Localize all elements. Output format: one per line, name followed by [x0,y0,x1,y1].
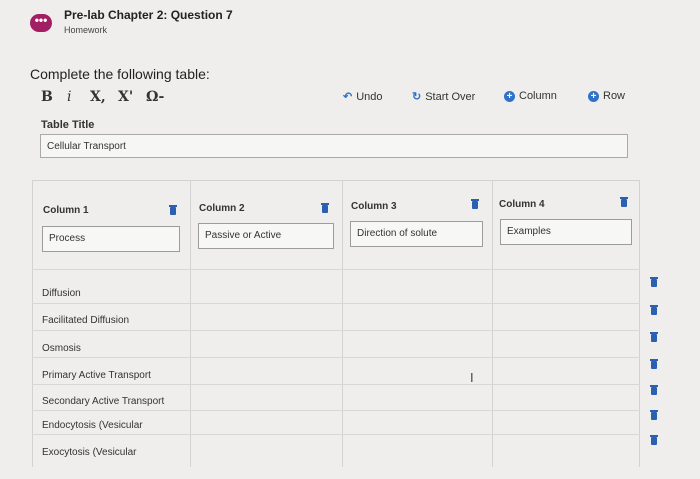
grid-line [492,181,493,467]
grid-line [32,181,33,467]
row-label-endocytosis[interactable]: Endocytosis (Vesicular [42,420,143,431]
ellipsis-icon[interactable]: ••• [30,14,52,32]
column-header-2: Column 2 [199,203,245,214]
page-header: ••• Pre-lab Chapter 2: Question 7 Homewo… [0,0,700,52]
row-label-secondary-active-transport[interactable]: Secondary Active Transport [42,396,164,407]
grid-line [32,384,640,385]
delete-row-7-trash-icon[interactable] [650,435,658,445]
editor-toolbar: B i X, X' Ω- ↶ Undo ↻ Start Over + Colum… [32,86,670,110]
table-title-label: Table Title [41,119,95,131]
add-row-button[interactable]: + Row [588,90,625,102]
delete-row-1-trash-icon[interactable] [650,277,658,287]
column-header-3: Column 3 [351,201,397,212]
add-row-label: Row [603,90,626,102]
delete-column-1-trash-icon[interactable] [169,205,177,215]
grid-line [32,410,640,411]
column-3-heading-cell[interactable]: Direction of solute [350,221,483,247]
delete-column-4-trash-icon[interactable] [620,197,628,207]
bold-button[interactable]: B [41,89,53,105]
add-column-button[interactable]: + Column [504,90,557,102]
column-4-heading-cell[interactable]: Examples [500,219,632,245]
italic-button[interactable]: i [67,89,71,105]
grid-line [32,303,640,304]
row-label-exocytosis[interactable]: Exocytosis (Vesicular [42,447,136,458]
grid-line [190,181,191,467]
grid-line [32,330,640,331]
delete-row-5-trash-icon[interactable] [650,385,658,395]
grid-line [32,357,640,358]
undo-button[interactable]: ↶ Undo [343,90,383,104]
question-prompt: Complete the following table: [30,66,210,82]
grid-line [639,181,640,467]
column-2-heading-cell[interactable]: Passive or Active [198,223,334,249]
row-label-diffusion[interactable]: Diffusion [42,288,81,299]
refresh-icon: ↻ [412,91,422,103]
grid-line [342,181,343,467]
row-label-facilitated-diffusion[interactable]: Facilitated Diffusion [42,315,129,326]
table-title-input[interactable]: Cellular Transport [40,134,628,158]
start-over-label: Start Over [425,90,476,103]
delete-row-2-trash-icon[interactable] [650,305,658,315]
column-header-4: Column 4 [499,199,545,210]
row-label-primary-active-transport[interactable]: Primary Active Transport [42,370,151,381]
undo-label: Undo [356,90,383,103]
row-label-osmosis[interactable]: Osmosis [42,343,81,354]
grid-line [32,269,640,270]
add-column-label: Column [519,90,557,102]
grid-line [32,434,640,435]
special-characters-button[interactable]: Ω- [146,89,164,105]
data-table: Column 1 Column 2 Column 3 Column 4 Proc… [32,180,640,467]
start-over-button[interactable]: ↻ Start Over [412,90,476,104]
undo-icon: ↶ [343,91,353,103]
subscript-button[interactable]: X, [90,89,106,105]
delete-column-3-trash-icon[interactable] [471,199,479,209]
assignment-title: Pre-lab Chapter 2: Question 7 [64,8,233,22]
assignment-type: Homework [64,25,108,35]
plus-circle-icon: + [588,90,599,102]
column-header-1: Column 1 [43,205,89,216]
superscript-button[interactable]: X' [118,89,133,105]
delete-column-2-trash-icon[interactable] [321,203,329,213]
delete-row-4-trash-icon[interactable] [650,359,658,369]
delete-row-6-trash-icon[interactable] [650,410,658,420]
column-1-heading-cell[interactable]: Process [42,226,180,252]
delete-row-3-trash-icon[interactable] [650,332,658,342]
text-cursor-icon: I [470,370,474,385]
plus-circle-icon: + [504,90,515,102]
